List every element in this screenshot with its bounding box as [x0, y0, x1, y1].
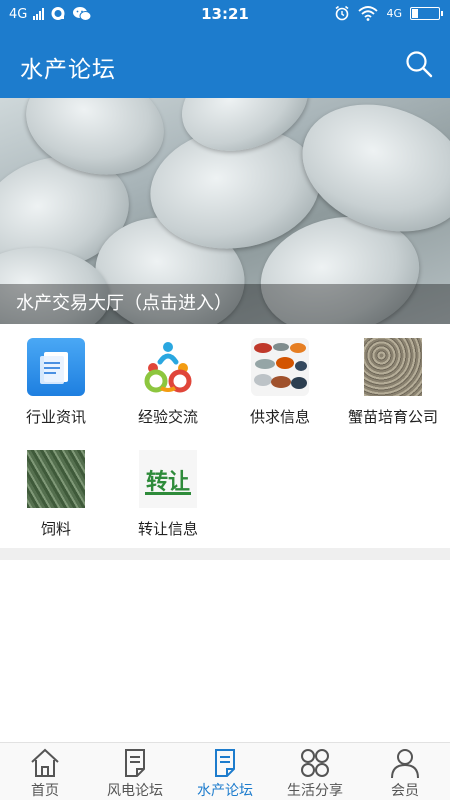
category-label: 蟹苗培育公司 [347, 408, 438, 426]
bottom-nav: 首页 风电论坛 水产论坛 生活分享 会员 [0, 742, 450, 800]
banner-caption: 水产交易大厅（点击进入） [0, 284, 450, 324]
category-label: 经验交流 [137, 408, 198, 426]
category-label: 供求信息 [249, 408, 310, 426]
note-icon [125, 749, 145, 777]
category-feed[interactable]: 饲料 [0, 442, 112, 546]
people-exchange-icon [139, 338, 197, 396]
section-divider [0, 548, 450, 560]
category-transfer[interactable]: 转让 转让信息 [112, 442, 224, 546]
page-title: 水产论坛 [20, 57, 116, 83]
nav-member[interactable]: 会员 [360, 743, 450, 800]
nav-wind-power-forum[interactable]: 风电论坛 [90, 743, 180, 800]
document-app-icon [27, 338, 85, 396]
status-right: 4G [334, 5, 443, 21]
user-icon [391, 749, 419, 779]
battery-icon [410, 6, 443, 20]
home-icon [31, 748, 59, 777]
four-circles-icon [301, 749, 329, 777]
nav-label: 首页 [31, 783, 59, 799]
seafood-collage-icon [251, 338, 309, 396]
nav-label: 风电论坛 [107, 783, 163, 799]
feed-pellets-photo-icon [27, 450, 85, 508]
market-banner[interactable]: 水产交易大厅（点击进入） [0, 98, 450, 324]
app-header: 4G 13:21 4G 水产论坛 [0, 0, 450, 98]
nav-label: 会员 [391, 783, 419, 799]
search-icon[interactable] [404, 49, 434, 79]
transfer-text-icon: 转让 [139, 450, 197, 508]
category-supply-demand[interactable]: 供求信息 [224, 330, 336, 434]
crab-seedling-photo-icon [364, 338, 422, 396]
category-industry-news[interactable]: 行业资讯 [0, 330, 112, 434]
nav-label: 水产论坛 [197, 783, 253, 799]
nav-aquatic-forum[interactable]: 水产论坛 [180, 743, 270, 800]
wifi-icon [358, 5, 379, 21]
status-bar: 4G 13:21 4G [0, 0, 450, 28]
category-crab-seedling[interactable]: 蟹苗培育公司 [337, 330, 449, 434]
nav-home[interactable]: 首页 [0, 743, 90, 800]
category-label: 行业资讯 [25, 408, 86, 426]
nav-label: 生活分享 [287, 783, 343, 799]
alarm-icon [335, 5, 349, 21]
category-experience[interactable]: 经验交流 [112, 330, 224, 434]
category-label: 转让信息 [137, 520, 198, 538]
note-icon [215, 749, 235, 777]
network-type-right: 4G [386, 6, 402, 20]
nav-life-share[interactable]: 生活分享 [270, 743, 360, 800]
category-label: 饲料 [40, 520, 71, 538]
